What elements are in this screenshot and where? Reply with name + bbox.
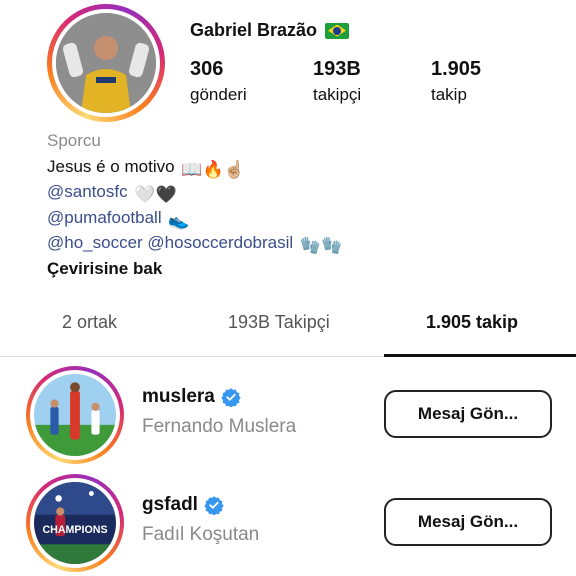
follow-tabs: 2 ortak 193B Takipçi 1.905 takip xyxy=(0,300,576,357)
bio-link-pumafootball[interactable]: @pumafootball xyxy=(47,208,162,227)
user-avatar[interactable] xyxy=(26,366,124,464)
stat-followers-count: 193B xyxy=(313,58,361,80)
tab-mutual[interactable]: 2 ortak xyxy=(62,312,117,333)
bio-line-motto: Jesus é o motivo 📖🔥☝🏼 xyxy=(47,154,547,180)
username-text: muslera xyxy=(142,386,215,407)
profile-avatar[interactable] xyxy=(47,4,165,122)
bio-category: Sporcu xyxy=(47,131,101,150)
stat-posts-label: gönderi xyxy=(190,85,247,104)
bible-fire-finger-icon: 📖🔥☝🏼 xyxy=(181,159,245,179)
row-username[interactable]: muslera xyxy=(142,386,241,408)
bio-line-santos: @santosfc 🤍🖤 xyxy=(47,179,547,205)
username-text: gsfadl xyxy=(142,494,198,515)
champions-text: CHAMPIONS xyxy=(42,524,107,536)
bio-link-hosoccer[interactable]: @ho_soccer @hosoccerdobrasil xyxy=(47,233,293,252)
list-item[interactable]: muslera Fernando Muslera Mesaj Gön... xyxy=(0,362,576,470)
user-photo xyxy=(34,374,116,456)
row-full-name: Fernando Muslera xyxy=(142,416,297,437)
user-avatar[interactable]: CHAMPIONS xyxy=(26,474,124,572)
tab-following[interactable]: 1.905 takip xyxy=(426,312,518,333)
bio-line-puma: @pumafootball 👟 xyxy=(47,205,547,231)
message-button[interactable]: Mesaj Gön... xyxy=(384,390,552,438)
verified-badge-icon xyxy=(221,388,241,407)
bio-link-santosfc[interactable]: @santosfc xyxy=(47,182,128,201)
stat-following-label: takip xyxy=(431,85,467,104)
tab-followers[interactable]: 193B Takipçi xyxy=(228,312,330,333)
brazil-flag-icon xyxy=(325,22,350,39)
following-list: muslera Fernando Muslera Mesaj Gön... CH… xyxy=(0,362,576,576)
hearts-icon: 🤍🖤 xyxy=(134,185,177,204)
see-translation-link[interactable]: Çevirisine bak xyxy=(47,256,547,282)
active-tab-indicator xyxy=(384,354,576,357)
gloves-icon: 🧤🧤 xyxy=(299,236,343,255)
verified-badge-icon xyxy=(204,496,224,515)
stat-following-count: 1.905 xyxy=(431,58,482,80)
row-full-name: Fadıl Koşutan xyxy=(142,524,260,545)
bio-motto-text: Jesus é o motivo xyxy=(47,156,175,176)
stat-followers[interactable]: 193B takipçi xyxy=(313,58,361,105)
profile-photo xyxy=(56,13,156,113)
user-photo: CHAMPIONS xyxy=(34,482,116,564)
profile-bio: Sporcu Jesus é o motivo 📖🔥☝🏼 @santosfc 🤍… xyxy=(47,128,547,281)
row-username[interactable]: gsfadl xyxy=(142,494,224,516)
stat-followers-label: takipçi xyxy=(313,85,362,104)
profile-header: Gabriel Brazão 306 gönderi 193B takipçi … xyxy=(0,0,576,130)
stat-posts-count: 306 xyxy=(190,58,224,80)
stat-posts[interactable]: 306 gönderi xyxy=(190,58,247,105)
stat-following[interactable]: 1.905 takip xyxy=(431,58,481,105)
profile-username: Gabriel Brazão xyxy=(190,20,318,40)
bio-line-hosoccer: @ho_soccer @hosoccerdobrasil 🧤🧤 xyxy=(47,230,547,256)
message-button[interactable]: Mesaj Gön... xyxy=(384,498,552,546)
list-item[interactable]: CHAMPIONS gsfadl Fadıl Koşutan Mesaj Gön… xyxy=(0,470,576,576)
